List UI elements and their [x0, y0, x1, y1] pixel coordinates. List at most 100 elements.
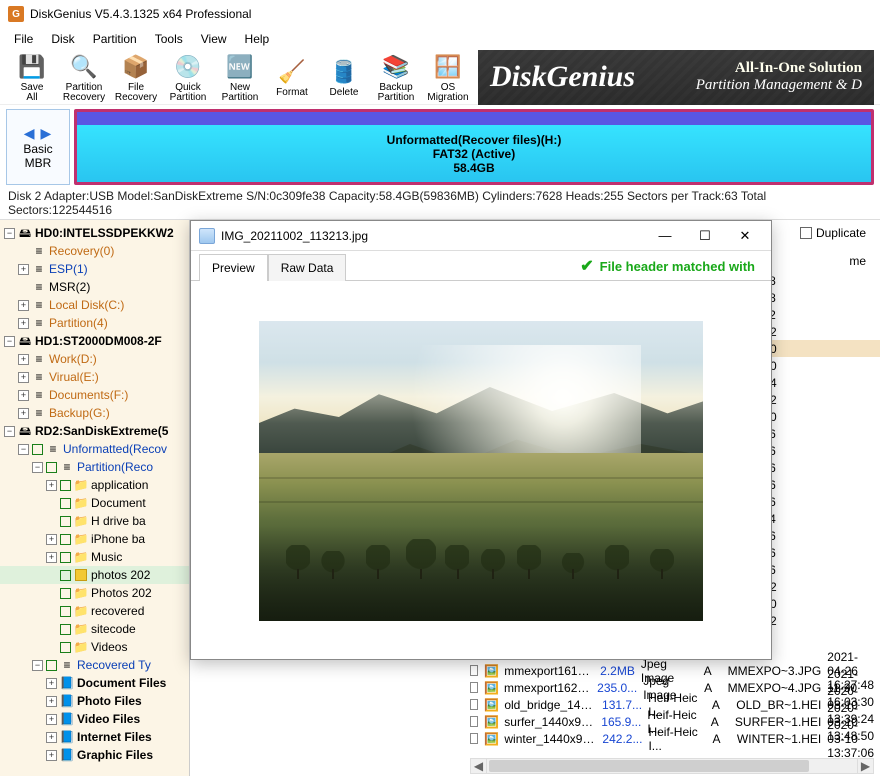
- checkbox-icon[interactable]: [60, 570, 71, 581]
- expand-icon[interactable]: +: [18, 408, 29, 419]
- checkbox-icon[interactable]: [800, 227, 812, 239]
- expand-icon[interactable]: +: [46, 678, 57, 689]
- scroll-right-icon[interactable]: ▶: [857, 759, 873, 773]
- expand-icon[interactable]: −: [32, 462, 43, 473]
- tree-item[interactable]: 📁Document: [0, 494, 189, 512]
- checkbox-icon[interactable]: [470, 665, 478, 676]
- checkbox-icon[interactable]: [60, 642, 71, 653]
- menu-tools[interactable]: Tools: [147, 30, 191, 48]
- tree-item[interactable]: 📁recovered: [0, 602, 189, 620]
- menu-file[interactable]: File: [6, 30, 41, 48]
- menu-view[interactable]: View: [193, 30, 235, 48]
- checkbox-icon[interactable]: [470, 699, 478, 710]
- tree-panel[interactable]: −🖴HD0:INTELSSDPEKKW2≡Recovery(0)+≡ESP(1)…: [0, 220, 190, 776]
- checkbox-icon[interactable]: [470, 716, 478, 727]
- file-row[interactable]: 🖼️ winter_1440x960... 242.2... Heif-Heic…: [470, 730, 874, 747]
- disk-type-box[interactable]: ◀ ▶ Basic MBR: [6, 109, 70, 185]
- tree-item[interactable]: −≡Partition(Reco: [0, 458, 189, 476]
- expand-icon[interactable]: +: [18, 318, 29, 329]
- nav-arrows-icon[interactable]: ◀ ▶: [24, 125, 52, 142]
- tree-item[interactable]: −≡Recovered Ty: [0, 656, 189, 674]
- menu-partition[interactable]: Partition: [85, 30, 145, 48]
- tree-item[interactable]: +📁Music: [0, 548, 189, 566]
- checkbox-icon[interactable]: [60, 534, 71, 545]
- expand-icon[interactable]: +: [46, 534, 57, 545]
- expand-icon[interactable]: +: [18, 372, 29, 383]
- expand-icon[interactable]: −: [4, 426, 15, 437]
- tab-preview[interactable]: Preview: [199, 254, 268, 281]
- tree-item[interactable]: −≡Unformatted(Recov: [0, 440, 189, 458]
- checkbox-icon[interactable]: [60, 606, 71, 617]
- expand-icon[interactable]: −: [4, 336, 15, 347]
- tree-item[interactable]: +📘Video Files: [0, 710, 189, 728]
- tool-save-all[interactable]: 💾SaveAll: [6, 51, 58, 103]
- checkbox-icon[interactable]: [60, 624, 71, 635]
- tree-item[interactable]: +📘Photo Files: [0, 692, 189, 710]
- expand-icon[interactable]: −: [18, 444, 29, 455]
- tree-item[interactable]: −🖴RD2:SanDiskExtreme(5: [0, 422, 189, 440]
- tree-item[interactable]: photos 202: [0, 566, 189, 584]
- tree-item[interactable]: +≡ESP(1): [0, 260, 189, 278]
- checkbox-icon[interactable]: [60, 498, 71, 509]
- menu-disk[interactable]: Disk: [43, 30, 82, 48]
- tree-item[interactable]: +≡Work(D:): [0, 350, 189, 368]
- expand-icon[interactable]: +: [46, 750, 57, 761]
- expand-icon[interactable]: +: [18, 300, 29, 311]
- tree-item[interactable]: −🖴HD1:ST2000DM008-2F: [0, 332, 189, 350]
- disk-bar[interactable]: Unformatted(Recover files)(H:) FAT32 (Ac…: [74, 109, 874, 185]
- checkbox-icon[interactable]: [60, 516, 71, 527]
- tool-format[interactable]: 🧹Format: [266, 51, 318, 103]
- tree-item[interactable]: 📁Photos 202: [0, 584, 189, 602]
- expand-icon[interactable]: +: [46, 552, 57, 563]
- tool-partition-recovery[interactable]: 🔍PartitionRecovery: [58, 51, 110, 103]
- tool-os-migration[interactable]: 🪟OSMigration: [422, 51, 474, 103]
- tool-backup-partition[interactable]: 📚BackupPartition: [370, 51, 422, 103]
- tree-item[interactable]: 📁Videos: [0, 638, 189, 656]
- tree-item[interactable]: +≡Local Disk(C:): [0, 296, 189, 314]
- tree-item[interactable]: −🖴HD0:INTELSSDPEKKW2: [0, 224, 189, 242]
- tree-item[interactable]: +≡Documents(F:): [0, 386, 189, 404]
- tree-item[interactable]: ≡Recovery(0): [0, 242, 189, 260]
- checkbox-icon[interactable]: [46, 660, 57, 671]
- tool-delete[interactable]: 🛢️Delete: [318, 51, 370, 103]
- tree-item[interactable]: +📘Document Files: [0, 674, 189, 692]
- scroll-left-icon[interactable]: ◀: [471, 759, 487, 773]
- preview-window[interactable]: IMG_20211002_113213.jpg — ☐ ✕ Preview Ra…: [190, 220, 772, 660]
- expand-icon[interactable]: +: [46, 732, 57, 743]
- menu-help[interactable]: Help: [237, 30, 278, 48]
- tree-item[interactable]: 📁sitecode: [0, 620, 189, 638]
- maximize-button[interactable]: ☐: [687, 224, 723, 248]
- tree-item[interactable]: +≡Partition(4): [0, 314, 189, 332]
- tree-item[interactable]: +📘Graphic Files: [0, 746, 189, 764]
- duplicate-checkbox[interactable]: Duplicate: [800, 226, 866, 240]
- preview-titlebar[interactable]: IMG_20211002_113213.jpg — ☐ ✕: [191, 221, 771, 251]
- expand-icon[interactable]: +: [46, 714, 57, 725]
- tree-item[interactable]: +≡Backup(G:): [0, 404, 189, 422]
- tree-item[interactable]: +≡Virual(E:): [0, 368, 189, 386]
- tree-item[interactable]: ≡MSR(2): [0, 278, 189, 296]
- tree-item[interactable]: +📘Internet Files: [0, 728, 189, 746]
- tree-item[interactable]: +📁iPhone ba: [0, 530, 189, 548]
- checkbox-icon[interactable]: [60, 480, 71, 491]
- checkbox-icon[interactable]: [470, 733, 478, 744]
- tab-raw-data[interactable]: Raw Data: [268, 254, 347, 281]
- checkbox-icon[interactable]: [46, 462, 57, 473]
- expand-icon[interactable]: +: [18, 354, 29, 365]
- expand-icon[interactable]: +: [18, 264, 29, 275]
- checkbox-icon[interactable]: [32, 444, 43, 455]
- checkbox-icon[interactable]: [60, 552, 71, 563]
- expand-icon[interactable]: +: [18, 390, 29, 401]
- horizontal-scrollbar[interactable]: ◀ ▶: [470, 758, 874, 774]
- expand-icon[interactable]: +: [46, 480, 57, 491]
- expand-icon[interactable]: −: [4, 228, 15, 239]
- checkbox-icon[interactable]: [60, 588, 71, 599]
- tool-new-partition[interactable]: 🆕NewPartition: [214, 51, 266, 103]
- scroll-thumb[interactable]: [489, 760, 809, 772]
- col-header-time[interactable]: me: [849, 254, 866, 268]
- expand-icon[interactable]: +: [46, 696, 57, 707]
- tool-file-recovery[interactable]: 📦FileRecovery: [110, 51, 162, 103]
- checkbox-icon[interactable]: [470, 682, 478, 693]
- tree-item[interactable]: 📁H drive ba: [0, 512, 189, 530]
- tree-item[interactable]: +📁application: [0, 476, 189, 494]
- close-button[interactable]: ✕: [727, 224, 763, 248]
